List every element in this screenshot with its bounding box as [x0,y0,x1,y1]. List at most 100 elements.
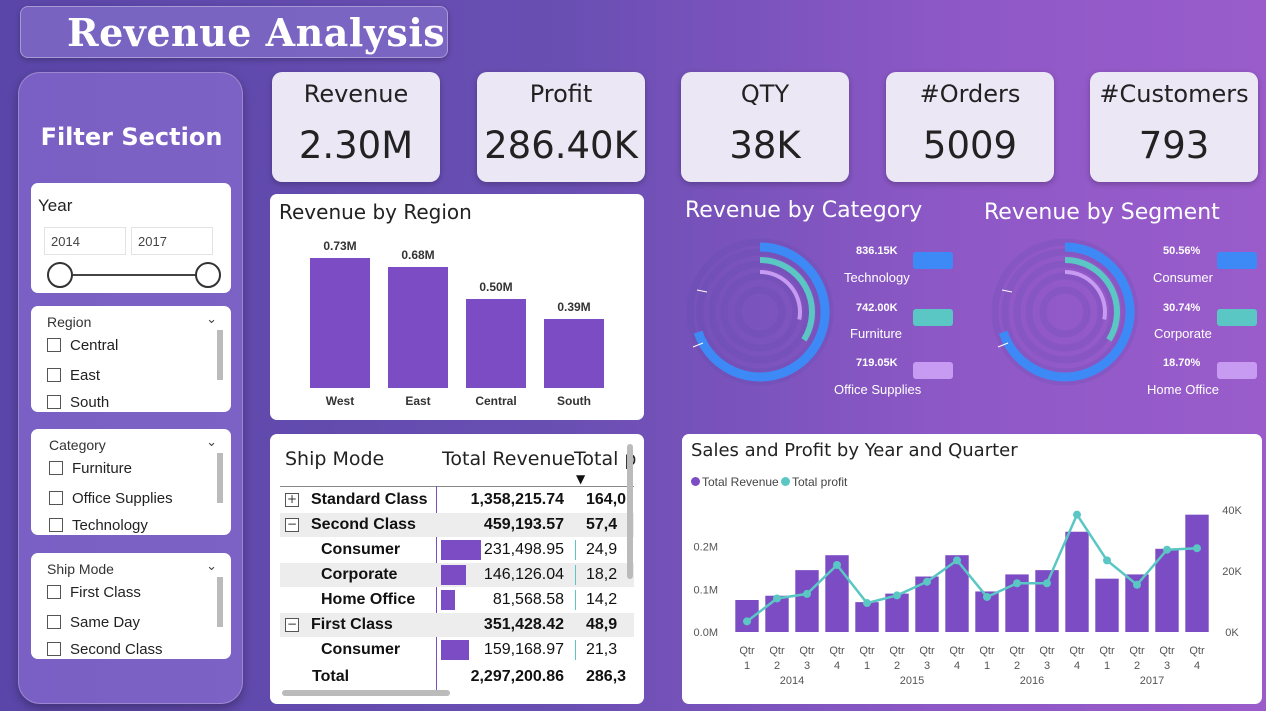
profit-point [1103,556,1111,565]
checkbox[interactable] [47,395,61,409]
profit-point [893,591,901,600]
x-tick-label: Qtr [769,645,785,657]
right-axis-tick-label: 40K [1222,505,1242,517]
chevron-down-icon[interactable]: ⌄ [206,312,217,327]
region-option[interactable]: South [47,394,109,411]
ship-mode-option-label: Second Class [70,641,163,658]
collapse-icon[interactable]: − [285,518,299,532]
checkbox[interactable] [49,518,63,532]
region-option-label: East [70,367,101,384]
profit-cell: 57,4 [586,516,618,533]
checkbox[interactable] [47,338,61,352]
chart-title: Revenue by Region [279,200,472,224]
category-option[interactable]: Technology [49,517,148,534]
kpi-label: Revenue [303,80,409,108]
bar-data-label: 0.50M [479,279,513,294]
table-row[interactable]: Home Office 81,568.58 14,2 [280,588,634,612]
profit-point [953,556,961,565]
expand-icon[interactable]: + [285,493,299,507]
revenue-bar [1065,531,1089,632]
revenue-bar [1095,578,1119,632]
revenue-bar [795,570,819,632]
region-bar[interactable] [388,266,448,388]
x-tick-label: Qtr [829,645,845,657]
region-bar[interactable] [466,298,526,388]
category-scrollbar[interactable] [217,453,223,503]
profit-point [1013,579,1021,588]
checkbox[interactable] [49,461,63,475]
table-group-row[interactable]: − Second Class 459,193.57 57,4 [280,513,634,537]
ship-mode-slicer-label: Ship Mode [47,561,114,577]
revenue-cell: 146,126.04 [483,566,564,583]
x-tick-label: Qtr [1189,645,1205,657]
checkbox[interactable] [47,368,61,382]
table-row[interactable]: Corporate 146,126.04 18,2 [280,563,634,587]
year-slider-end-handle[interactable] [195,262,221,288]
region-option[interactable]: East [47,367,100,384]
x-tick-label-number: 3 [924,660,930,672]
ship-mode-option[interactable]: First Class [47,584,141,601]
table-horizontal-scrollbar[interactable] [282,690,450,696]
x-tick-label: Qtr [1009,645,1025,657]
x-year-label: 2015 [900,675,924,687]
profit-cell: 21,3 [586,641,618,658]
ship-mode-option[interactable]: Same Day [47,614,140,631]
checkbox[interactable] [49,491,63,505]
legend-name: Corporate [1154,326,1212,341]
legend-swatch[interactable] [1217,362,1257,379]
table-row[interactable]: Consumer 231,498.95 24,9 [280,538,634,562]
legend-swatch[interactable] [913,362,953,379]
year-from-input[interactable]: 2014 [44,227,126,255]
table-vertical-scrollbar[interactable] [627,444,633,579]
table-row[interactable]: Consumer 159,168.97 21,3 [280,638,634,662]
sort-desc-icon[interactable]: ▼ [576,472,585,486]
x-tick-label: Qtr [799,645,815,657]
column-header-ship-mode[interactable]: Ship Mode [285,448,384,470]
category-option[interactable]: Office Supplies [49,490,173,507]
legend-swatch[interactable] [1217,309,1257,326]
checkbox[interactable] [47,642,61,656]
checkbox[interactable] [47,615,61,629]
revenue-data-bar [441,640,469,660]
chevron-down-icon[interactable]: ⌄ [206,435,217,450]
x-tick-label-number: 2 [1014,660,1020,672]
row-name: Corporate [321,566,398,583]
legend-swatch[interactable] [913,309,953,326]
ship-mode-scrollbar[interactable] [217,577,223,627]
revenue-cell: 351,428.42 [483,616,564,633]
legend-swatch[interactable] [913,252,953,269]
legend-swatch[interactable] [1217,252,1257,269]
legend-name: Office Supplies [834,382,922,397]
legend-value: 50.56% [1163,245,1201,257]
year-slider-start-handle[interactable] [47,262,73,288]
checkbox[interactable] [47,585,61,599]
x-tick-label-number: 3 [1044,660,1050,672]
category-option[interactable]: Furniture [49,460,132,477]
region-bar[interactable] [544,318,604,388]
x-tick-label-number: 4 [1074,660,1080,672]
region-option[interactable]: Central [47,337,118,354]
ship-mode-option[interactable]: Second Class [47,641,163,658]
legend-name: Consumer [1153,270,1213,285]
x-tick-label: Qtr [1129,645,1145,657]
region-scrollbar[interactable] [217,330,223,380]
ship-mode-option-label: Same Day [70,614,141,631]
x-tick-label: Qtr [739,645,755,657]
collapse-icon[interactable]: − [285,618,299,632]
profit-point [743,617,751,626]
revenue-by-region-chart: Revenue by Region 0.73M West 0.68M East 0.50… [270,194,644,420]
filter-section-title: Filter Section [40,123,223,151]
legend-value: 719.05K [856,357,898,369]
x-year-label: 2016 [1020,675,1044,687]
kpi-customers: #Customers 793 [1090,72,1258,182]
revenue-bar [1185,514,1209,632]
region-bar[interactable] [310,258,370,388]
column-header-total-revenue[interactable]: Total Revenue [442,448,575,470]
year-slider-track[interactable] [61,274,209,276]
year-to-input[interactable]: 2017 [131,227,213,255]
chevron-down-icon[interactable]: ⌄ [206,559,217,574]
region-option-label: South [70,394,110,411]
table-group-row[interactable]: − First Class 351,428.42 48,9 [280,613,634,637]
revenue-cell: 459,193.57 [483,516,564,533]
table-group-row[interactable]: + Standard Class 1,358,215.74 164,0 [280,488,634,512]
